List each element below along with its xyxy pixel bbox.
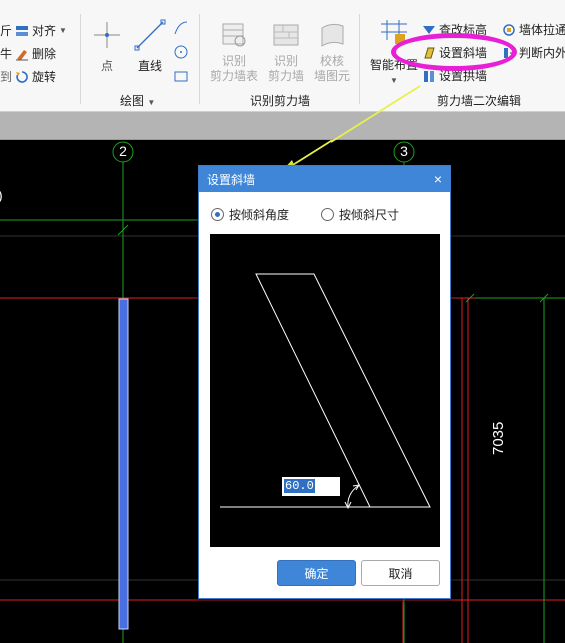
line-label: 直线 (137, 59, 162, 73)
slanted-wall-outline (255, 273, 431, 508)
axis-label-2: 2 (119, 143, 127, 159)
align-icon (16, 25, 28, 36)
modify-elevation-button[interactable]: 查改标高 (422, 21, 487, 38)
inner-outer-icon (504, 47, 515, 58)
circle-icon (174, 45, 188, 59)
identify-shear-wall-line1: 识别 (273, 54, 298, 68)
annotation-arrow-line (330, 85, 421, 143)
radio-button-checked[interactable] (211, 208, 224, 221)
axis-label-3: 3 (400, 143, 408, 159)
close-icon[interactable]: × (434, 171, 442, 187)
smart-layout-label: 智能布置 (369, 58, 418, 72)
modify-elevation-label: 查改标高 (439, 23, 488, 37)
check-wall-elements-button[interactable]: 校核 墙图元 (311, 20, 353, 84)
radio-by-size-label: 按倾斜尺寸 (339, 208, 400, 222)
annotation-arrow-top (330, 85, 421, 143)
dimension-text: 7035 (490, 421, 507, 455)
angle-value: 60.0 (284, 479, 315, 493)
check-wall-icon (321, 23, 344, 47)
slant-wall-diagram (220, 273, 431, 510)
eraser-icon (16, 49, 28, 60)
identify-wall-table-button[interactable]: 识别 剪力墙表 (208, 20, 260, 84)
cut-off-label-1: 斤 (0, 24, 13, 38)
smart-layout-button[interactable]: 智能布置 ▼ (366, 18, 422, 88)
radio-by-angle[interactable]: 按倾斜角度 (211, 206, 289, 223)
selected-shear-wall[interactable] (118, 298, 129, 630)
set-slanted-wall-button[interactable]: 设置斜墙 (422, 44, 487, 61)
identify-wall-table-line1: 识别 (221, 54, 246, 68)
point-tool-button[interactable]: 点 (90, 18, 124, 74)
wall-stretch-icon (503, 23, 515, 36)
wall-stretch-button[interactable]: 墙体拉通 (502, 21, 565, 38)
identify-shear-wall-button[interactable]: 识别 剪力墙 (265, 20, 307, 84)
ok-button[interactable]: 确定 (277, 560, 356, 586)
elevation-icon (423, 25, 435, 34)
cancel-button[interactable]: 取消 (361, 560, 440, 586)
wall-stretch-label: 墙体拉通 (519, 23, 565, 37)
cut-off-label-2: 牛 (0, 47, 13, 61)
point-label: 点 (100, 59, 113, 73)
cut-off-tool-2[interactable]: 牛 (0, 45, 12, 62)
cut-off-tool-1[interactable]: 斤 (0, 22, 12, 39)
judge-inner-outer-button[interactable]: 判断内外 (502, 44, 565, 61)
smart-layout-icon (381, 20, 407, 44)
delete-button[interactable]: 删除 (15, 45, 56, 62)
radio-by-angle-label: 按倾斜角度 (229, 208, 290, 222)
line-tool-button[interactable]: 直线 (132, 18, 168, 74)
dialog-title-bar[interactable]: 设置斜墙 × (199, 166, 450, 192)
dialog-title: 设置斜墙 (207, 172, 256, 187)
chevron-down-icon: ▼ (59, 26, 67, 35)
mode-radio-group: 按倾斜角度 按倾斜尺寸 (199, 192, 450, 226)
align-button[interactable]: 对齐 ▼ (15, 22, 67, 39)
align-label: 对齐 (32, 24, 57, 38)
line-icon (134, 19, 166, 51)
set-slanted-wall-label: 设置斜墙 (439, 46, 488, 60)
radio-button-unchecked[interactable] (321, 208, 335, 221)
radio-by-size[interactable]: 按倾斜尺寸 (321, 206, 399, 223)
set-slanted-wall-dialog: 设置斜墙 × 按倾斜角度 按倾斜尺寸 60.0 确定 取消 (198, 165, 451, 599)
slanted-wall-icon (424, 47, 435, 58)
table-identify-icon (222, 23, 246, 47)
judge-inner-outer-label: 判断内外 (519, 46, 565, 60)
slant-preview: 60.0 (210, 234, 440, 547)
cut-off-label: ) (0, 187, 3, 203)
wall-identify-icon (273, 24, 299, 46)
draw-shape-tools[interactable] (172, 20, 190, 88)
check-wall-line1: 校核 (319, 54, 344, 68)
angle-input[interactable]: 60.0 (282, 477, 340, 496)
delete-label: 删除 (32, 47, 57, 61)
arc-icon (174, 21, 188, 35)
crosshair-point-icon (94, 22, 120, 48)
